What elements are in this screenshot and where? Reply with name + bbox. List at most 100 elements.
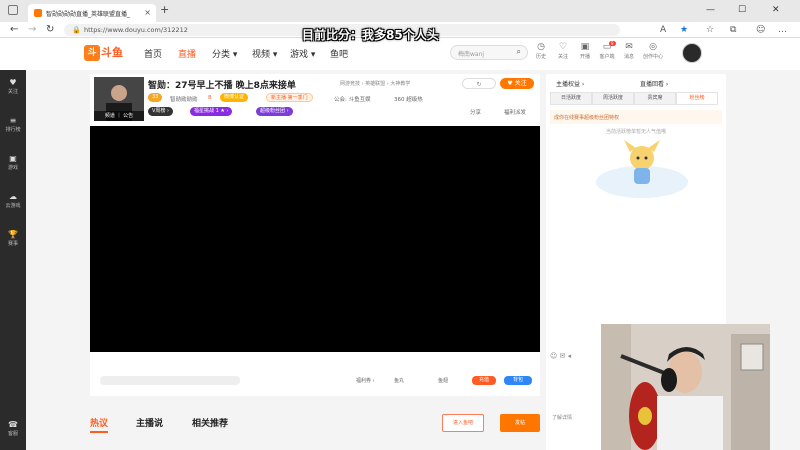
screen: 智勋勋勋勋直播_英雄联盟直播_ × + — ☐ ✕ ← → ↻ 🔒 https:… bbox=[0, 0, 800, 450]
lock-icon: 🔒 bbox=[72, 26, 81, 34]
streamer-avatar[interactable]: 频道 ｜ 公告 bbox=[94, 77, 144, 121]
sidebar-item-label: 排行榜 bbox=[5, 127, 21, 133]
nav-games[interactable]: 游戏 ▾ bbox=[290, 47, 315, 60]
more-icon[interactable]: … bbox=[778, 25, 787, 35]
history-button[interactable]: ◷ 历史 bbox=[530, 42, 552, 60]
history-label: 历史 bbox=[535, 54, 546, 60]
maximize-button[interactable]: ☐ bbox=[738, 5, 746, 15]
tab-daily-activity[interactable]: 日活跃度 bbox=[550, 92, 592, 105]
sound-icon[interactable]: ◂ bbox=[568, 352, 572, 360]
user-avatar[interactable] bbox=[682, 43, 702, 63]
minimize-button[interactable]: — bbox=[706, 5, 715, 15]
post-button[interactable]: 发帖 bbox=[500, 414, 540, 432]
recharge-button[interactable]: 充值 bbox=[472, 376, 496, 385]
room-category[interactable]: 网游竞技 › 英雄联盟 › 大神教学 bbox=[340, 80, 410, 87]
v-rank-tag[interactable]: V周榜 › bbox=[148, 107, 174, 116]
search-icon[interactable]: ⌕ bbox=[517, 47, 521, 57]
nav-category[interactable]: 分类 ▾ bbox=[212, 47, 237, 60]
douyu-logo[interactable]: 斗 斗鱼 bbox=[84, 45, 128, 61]
search-input[interactable]: 梅南wanj ⌕ bbox=[450, 45, 528, 60]
go-live-button[interactable]: ▣ 开播 bbox=[574, 42, 596, 60]
read-aloud-icon[interactable]: A bbox=[660, 25, 666, 35]
favorite-star-icon[interactable]: ★ bbox=[680, 25, 688, 35]
replay-link[interactable]: 直播回看 › bbox=[640, 79, 668, 88]
ranking-icon: ≡ bbox=[9, 116, 17, 125]
fishball-label[interactable]: 鱼丸 bbox=[394, 377, 404, 384]
douyu-favicon-icon bbox=[34, 9, 42, 17]
creator-center-button[interactable]: ◎ 创作中心 bbox=[642, 42, 664, 60]
follow-nav-label: 关注 bbox=[557, 54, 568, 60]
sidebar-item-ranking[interactable]: ≡ 排行榜 bbox=[0, 116, 26, 133]
gift-icon[interactable]: ✉ bbox=[560, 352, 566, 360]
tab-streamer-says[interactable]: 主播说 bbox=[136, 416, 163, 429]
fan-challenge-tag[interactable]: 福星挑战 1 ★ › bbox=[190, 107, 233, 116]
sidebar-item-follow[interactable]: ♥ 关注 bbox=[0, 78, 26, 95]
tab-title: 智勋勋勋勋直播_英雄联盟直播_ bbox=[46, 11, 131, 18]
tab-discussion[interactable]: 热议 bbox=[90, 416, 109, 433]
logo-badge: 斗 bbox=[84, 45, 100, 61]
backpack-button[interactable]: 背包 bbox=[504, 376, 532, 385]
sidebar-item-label: 关注 bbox=[7, 89, 18, 95]
creator-icon: ◎ bbox=[649, 42, 657, 52]
nav-home[interactable]: 首页 bbox=[144, 47, 162, 60]
mail-icon: ✉ bbox=[625, 42, 633, 52]
game-icon: ▣ bbox=[9, 154, 17, 163]
nav-live[interactable]: 直播 bbox=[178, 47, 196, 60]
webcam-overlay bbox=[601, 324, 770, 450]
gift-bar[interactable] bbox=[100, 376, 240, 385]
follow-nav-button[interactable]: ♡ 关注 bbox=[552, 42, 574, 60]
tab-related[interactable]: 相关推荐 bbox=[192, 416, 228, 429]
refresh-icon[interactable]: ↻ bbox=[46, 24, 54, 35]
back-icon[interactable]: ← bbox=[10, 24, 18, 35]
enter-fishbar-button[interactable]: 进入鱼吧 bbox=[442, 414, 484, 432]
client-button[interactable]: 8 ▭ 客户端 bbox=[596, 41, 618, 60]
streamer-rights-link[interactable]: 主播权益 › bbox=[556, 79, 584, 88]
fan-notice[interactable]: 成你在线赛事超级粉丝团特权 bbox=[550, 110, 722, 124]
broadcast-icon: ▣ bbox=[580, 42, 590, 52]
refresh-room-button[interactable]: ↻ bbox=[462, 78, 496, 89]
forward-icon[interactable]: → bbox=[28, 24, 36, 35]
favorites-icon[interactable]: ☆ bbox=[706, 25, 714, 35]
heat-text: 360 超级热 bbox=[394, 97, 423, 103]
tab-weekly-activity[interactable]: 周活跃度 bbox=[592, 92, 634, 105]
welfare-coupon-link[interactable]: 福利券 › bbox=[356, 377, 375, 384]
tab-fan-ranking[interactable]: 粉丝榜 bbox=[676, 92, 718, 105]
cloud-game-icon: ☁ bbox=[9, 192, 17, 201]
fan-group-tag[interactable]: 超级粉丝团 › bbox=[256, 107, 293, 116]
sidebar-item-cloud-games[interactable]: ☁ 云游戏 bbox=[0, 192, 26, 209]
video-player[interactable] bbox=[90, 126, 540, 352]
logo-text: 斗鱼 bbox=[101, 46, 123, 59]
nav-fishbar[interactable]: 鱼吧 bbox=[330, 47, 348, 60]
messages-button[interactable]: ✉ 消息 bbox=[618, 42, 640, 60]
browser-tab-bar: 智勋勋勋勋直播_英雄联盟直播_ × + — ☐ ✕ bbox=[0, 0, 800, 22]
profile-icon[interactable]: ☺ bbox=[756, 25, 765, 35]
follow-button[interactable]: ♥ 关注 bbox=[500, 78, 534, 89]
score-overlay: 目前比分：我多85个人头 bbox=[302, 28, 439, 42]
sidebar-item-service[interactable]: ☎ 客服 bbox=[0, 420, 26, 437]
sidebar-item-games[interactable]: ▣ 游戏 bbox=[0, 154, 26, 171]
guild-text[interactable]: 公会: 斗鱼互娱 bbox=[334, 95, 371, 103]
level-badge: 33 bbox=[148, 93, 163, 102]
hot-count: 8 bbox=[208, 95, 212, 101]
share-link[interactable]: 分享 bbox=[470, 108, 481, 116]
close-window-button[interactable]: ✕ bbox=[772, 5, 780, 15]
sidebar-item-events[interactable]: 🏆 赛事 bbox=[0, 230, 26, 247]
learn-more-link[interactable]: 了解详情 bbox=[552, 414, 572, 421]
browser-tab[interactable]: 智勋勋勋勋直播_英雄联盟直播_ × bbox=[28, 4, 156, 22]
tab-actions-icon[interactable] bbox=[8, 5, 18, 15]
left-sidebar: ♥ 关注 ≡ 排行榜 ▣ 游戏 ☁ 云游戏 🏆 赛事 ☎ 客服 bbox=[0, 70, 26, 450]
welfare-link[interactable]: 福利派发 bbox=[504, 108, 526, 116]
fishfin-label[interactable]: 鱼翅 bbox=[438, 377, 448, 384]
nav-video[interactable]: 视频 ▾ bbox=[252, 47, 277, 60]
emoji-icon[interactable]: ☺ bbox=[550, 352, 557, 360]
creator-label: 创作中心 bbox=[642, 54, 663, 60]
streamer-name[interactable]: 智勋勋勋勋 bbox=[170, 95, 198, 103]
player-bottom-bar: 福利券 › 鱼丸 鱼翅 充值 背包 bbox=[90, 352, 540, 396]
tab-close-icon[interactable]: × bbox=[144, 8, 151, 17]
new-tab-button[interactable]: + bbox=[160, 3, 169, 16]
collections-icon[interactable]: ⧉ bbox=[730, 25, 736, 35]
tab-vip-seats[interactable]: 贵宾席 bbox=[634, 92, 676, 105]
rank-tag[interactable]: 新主播·第一季门 bbox=[266, 93, 313, 102]
sidebar-item-label: 云游戏 bbox=[5, 203, 21, 209]
right-panel-header: 主播权益 › 直播回看 › bbox=[550, 76, 722, 90]
